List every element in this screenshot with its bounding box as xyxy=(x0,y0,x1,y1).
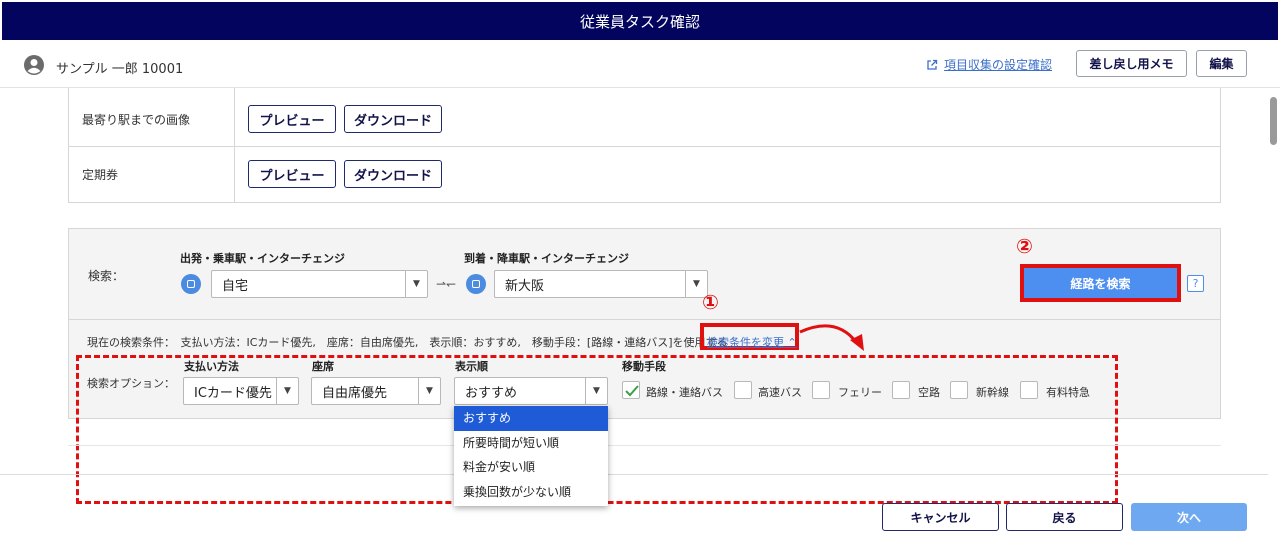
footer-divider xyxy=(0,474,1268,475)
order-value: おすすめ xyxy=(465,385,518,401)
arrow-annotation-icon xyxy=(799,324,864,351)
chevron-down-icon: ▼ xyxy=(585,378,607,404)
transport-checkbox-highway-bus[interactable] xyxy=(734,381,752,399)
swap-icon[interactable]: ⇀↽ xyxy=(436,277,456,291)
transport-label-limited-express: 有料特急 xyxy=(1046,386,1090,399)
payment-select[interactable]: ICカード優先 ▼ xyxy=(183,377,299,405)
search-divider xyxy=(68,319,1221,320)
seat-label: 座席 xyxy=(312,360,334,373)
transport-label-shinkansen: 新幹線 xyxy=(976,386,1009,399)
transport-label-air: 空路 xyxy=(918,386,940,399)
order-label: 表示順 xyxy=(455,360,488,373)
departure-station-icon[interactable] xyxy=(181,274,201,294)
route-search-button[interactable]: 経路を検索 xyxy=(1024,268,1177,298)
transport-label: 移動手段 xyxy=(622,360,666,373)
divider xyxy=(68,445,1221,446)
scrollbar-thumb[interactable] xyxy=(1270,97,1277,145)
chevron-down-icon: ▼ xyxy=(276,378,298,404)
next-button[interactable]: 次へ xyxy=(1131,503,1247,531)
arrival-label: 到着・降車駅・インターチェンジ xyxy=(464,252,629,265)
seat-select[interactable]: 自由席優先 ▼ xyxy=(311,377,441,405)
transport-label-ferry: フェリー xyxy=(838,386,882,399)
order-option[interactable]: 所要時間が短い順 xyxy=(454,431,608,456)
user-name: サンプル 一郎 10001 xyxy=(56,62,184,77)
external-link-icon xyxy=(927,59,938,70)
edit-button[interactable]: 編集 xyxy=(1196,50,1247,77)
help-icon[interactable]: ? xyxy=(1187,275,1204,292)
departure-label: 出発・乗車駅・インターチェンジ xyxy=(180,252,345,265)
options-label: 検索オプション： xyxy=(87,377,175,390)
order-option[interactable]: 料金が安い順 xyxy=(454,455,608,480)
chevron-down-icon: ▼ xyxy=(405,271,427,297)
order-dropdown-menu: おすすめ 所要時間が短い順 料金が安い順 乗換回数が少ない順 xyxy=(454,406,608,506)
arrival-station-icon[interactable] xyxy=(466,274,486,294)
current-conditions: 現在の検索条件： 支払い方法：ICカード優先, 座席：自由席優先, 表示順：おす… xyxy=(87,336,728,349)
transport-label-highway-bus: 高速バス xyxy=(758,386,802,399)
preview-button-commuter-pass[interactable]: プレビュー xyxy=(248,160,336,188)
departure-select[interactable]: 自宅 ▼ xyxy=(211,270,428,298)
departure-value: 自宅 xyxy=(222,278,249,294)
transport-checkbox-rail[interactable] xyxy=(622,381,640,399)
order-select[interactable]: おすすめ ▼ xyxy=(454,377,608,405)
download-button-station-image[interactable]: ダウンロード xyxy=(344,105,442,133)
change-conditions-link[interactable]: 検索条件を変更 ⌃ xyxy=(707,334,797,350)
transport-checkbox-air[interactable] xyxy=(892,381,910,399)
annotation-one: ① xyxy=(702,290,719,314)
transport-checkbox-ferry[interactable] xyxy=(812,381,830,399)
arrival-select[interactable]: 新大阪 ▼ xyxy=(494,270,708,298)
order-option[interactable]: 乗換回数が少ない順 xyxy=(454,480,608,505)
settings-link[interactable]: 項目収集の設定確認 xyxy=(926,56,1052,73)
transport-checkbox-limited-express[interactable] xyxy=(1020,381,1038,399)
check-icon xyxy=(625,385,639,397)
transport-label-rail: 路線・連絡バス xyxy=(646,386,723,399)
row-label-commuter-pass: 定期券 xyxy=(82,168,119,182)
chevron-down-icon: ▼ xyxy=(418,378,440,404)
page-header: 従業員タスク確認 xyxy=(2,2,1278,40)
seat-value: 自由席優先 xyxy=(322,385,388,401)
settings-link-label: 項目収集の設定確認 xyxy=(944,58,1053,72)
download-button-commuter-pass[interactable]: ダウンロード xyxy=(344,160,442,188)
order-option[interactable]: おすすめ xyxy=(454,406,608,431)
page-title: 従業員タスク確認 xyxy=(579,12,700,31)
arrival-value: 新大阪 xyxy=(505,278,545,294)
row-divider xyxy=(68,146,1221,147)
payment-label: 支払い方法 xyxy=(184,360,239,373)
cancel-button[interactable]: キャンセル xyxy=(882,503,999,531)
avatar-icon xyxy=(24,55,44,75)
memo-button[interactable]: 差し戻し用メモ xyxy=(1076,50,1187,77)
payment-value: ICカード優先 xyxy=(194,385,272,401)
back-button[interactable]: 戻る xyxy=(1006,503,1123,531)
row-label-station-image: 最寄り駅までの画像 xyxy=(82,113,191,127)
preview-button-station-image[interactable]: プレビュー xyxy=(248,105,336,133)
transport-checkbox-shinkansen[interactable] xyxy=(950,381,968,399)
annotation-two: ② xyxy=(1016,234,1033,258)
search-label: 検索： xyxy=(88,269,125,283)
